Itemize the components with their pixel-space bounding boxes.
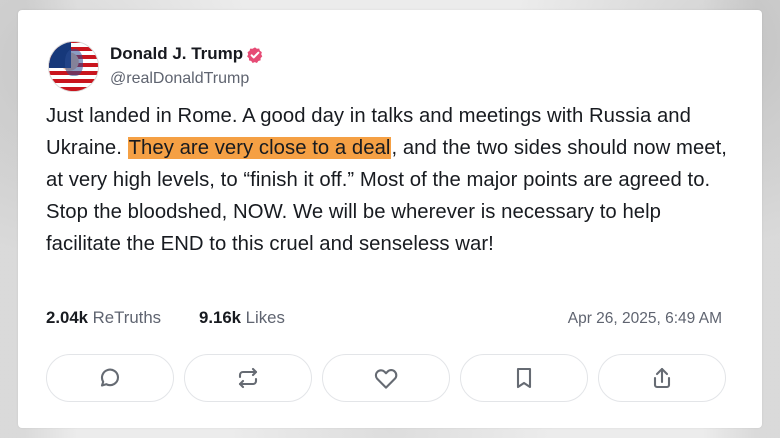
reply-button[interactable]	[46, 354, 174, 402]
heart-icon	[374, 369, 398, 389]
likes-stat[interactable]: 9.16k Likes	[199, 308, 285, 328]
verified-badge-icon	[247, 47, 263, 63]
likes-label: Likes	[245, 308, 285, 327]
retruths-stat[interactable]: 2.04k ReTruths	[46, 308, 161, 328]
likes-count: 9.16k	[199, 308, 241, 327]
highlighted-text: They are very close to a deal	[127, 137, 392, 159]
retruth-button[interactable]	[184, 354, 312, 402]
post-actions	[46, 354, 726, 402]
author-handle[interactable]: @realDonaldTrump	[110, 70, 249, 88]
comment-icon	[100, 368, 120, 387]
author-name[interactable]: Donald J. Trump	[110, 44, 243, 64]
post-stats: 2.04k ReTruths 9.16k Likes Apr 26, 2025,…	[46, 308, 722, 332]
share-icon	[653, 367, 671, 389]
share-button[interactable]	[598, 354, 726, 402]
repost-icon	[238, 367, 258, 389]
bookmark-icon	[516, 367, 532, 389]
truth-social-post: Donald J. Trump @realDonaldTrump Just la…	[18, 10, 762, 428]
post-text: Just landed in Rome. A good day in talks…	[46, 100, 736, 260]
like-button[interactable]	[322, 354, 450, 402]
avatar[interactable]	[48, 41, 99, 92]
retruths-label: ReTruths	[92, 308, 162, 327]
retruths-count: 2.04k	[46, 308, 88, 327]
post-timestamp[interactable]: Apr 26, 2025, 6:49 AM	[568, 310, 722, 328]
bookmark-button[interactable]	[460, 354, 588, 402]
